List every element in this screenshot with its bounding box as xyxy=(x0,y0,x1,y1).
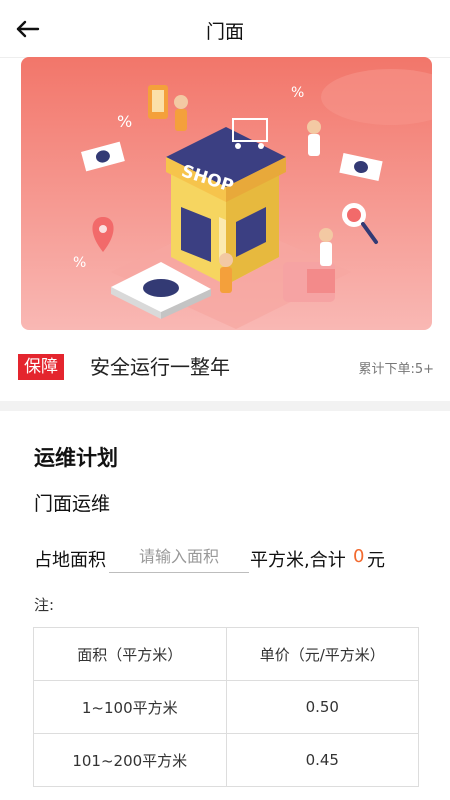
area-input[interactable] xyxy=(109,540,249,573)
area-unit-label: 平方米,合计 xyxy=(250,550,346,571)
table-row: 1~100平方米 0.50 xyxy=(33,680,420,734)
guarantee-badge: 保障 xyxy=(18,354,64,380)
table-header-row: 面积（平方米） 单价（元/平方米） xyxy=(33,627,420,681)
top-bar: 门面 xyxy=(0,0,450,58)
total-amount: 0 xyxy=(353,546,365,567)
section-divider xyxy=(0,401,450,411)
page-title: 门面 xyxy=(205,21,244,43)
area-label: 占地面积 xyxy=(34,550,106,571)
table-row: 101~200平方米 0.45 xyxy=(33,733,420,787)
svg-text:%: % xyxy=(73,255,86,271)
area-row: 占地面积 平方米,合计 0 元 xyxy=(34,540,434,574)
shop-banner-image: SHOP % % % xyxy=(21,57,432,330)
service-slogan: 安全运行一整年 xyxy=(90,355,230,379)
plan-title: 运维计划 xyxy=(34,446,118,470)
order-count: 累计下单:5+ xyxy=(358,362,434,377)
svg-text:%: % xyxy=(117,112,132,131)
plan-subtitle: 门面运维 xyxy=(34,493,111,515)
price-table: 面积（平方米） 单价（元/平方米） 1~100平方米 0.50 101~200平… xyxy=(33,627,420,787)
note-label: 注: xyxy=(34,596,55,614)
svg-text:%: % xyxy=(291,85,304,101)
guarantee-row: 保障 安全运行一整年 累计下单:5+ xyxy=(0,350,450,386)
table-cell: 0.50 xyxy=(225,680,420,734)
table-cell: 1~100平方米 xyxy=(33,680,227,734)
table-cell: 0.45 xyxy=(225,733,420,787)
table-header: 面积（平方米） xyxy=(33,627,227,681)
table-cell: 101~200平方米 xyxy=(33,733,227,787)
currency-label: 元 xyxy=(367,550,385,571)
table-header: 单价（元/平方米） xyxy=(225,627,420,681)
